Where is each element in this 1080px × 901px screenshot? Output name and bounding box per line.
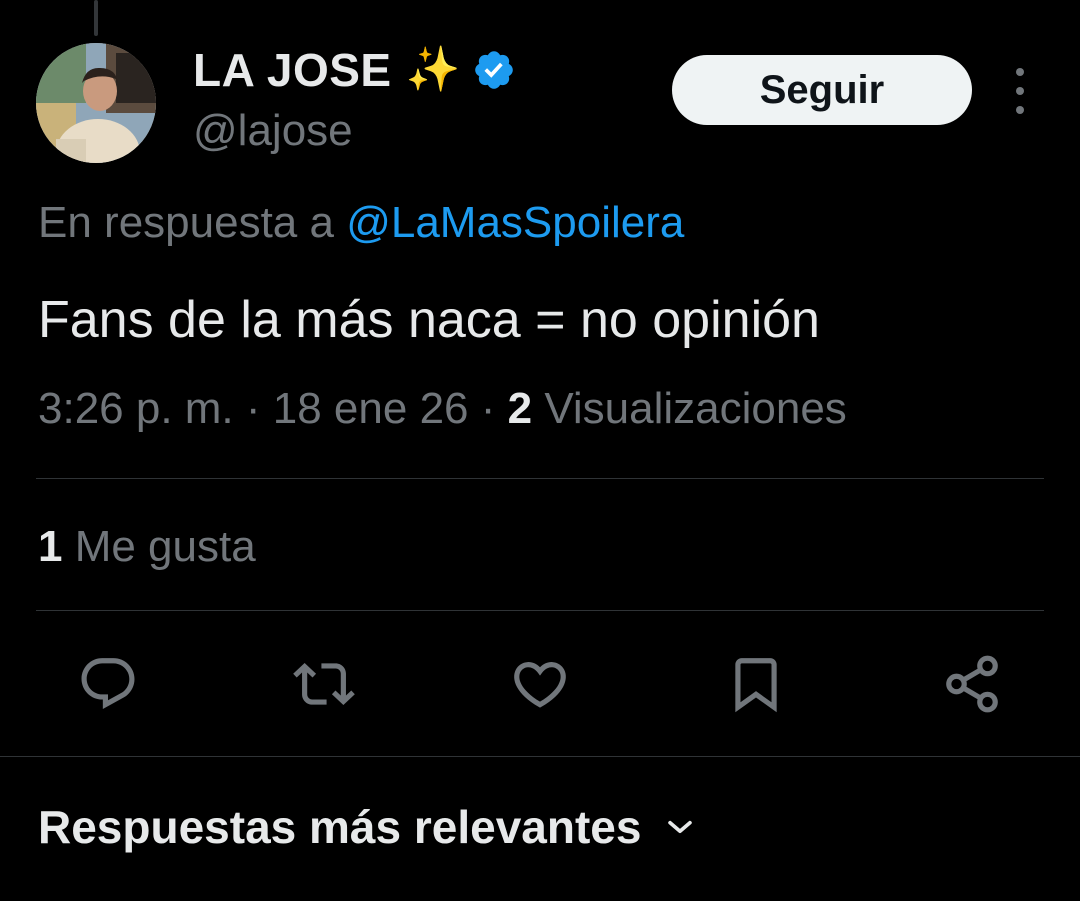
reply-icon (81, 658, 135, 710)
author-display-name[interactable]: LA JOSE (193, 43, 392, 97)
reply-mention-link[interactable]: @LaMasSpoilera (346, 198, 684, 247)
avatar-image (36, 43, 156, 163)
sparkles-emoji: ✨ (405, 45, 461, 94)
reply-button[interactable] (76, 652, 140, 716)
divider (36, 478, 1044, 479)
likes-label: Me gusta (62, 522, 256, 571)
replies-sort-label: Respuestas más relevantes (38, 801, 642, 853)
verified-badge-icon[interactable] (472, 48, 516, 92)
share-button[interactable] (940, 652, 1004, 716)
reply-context-prefix: En respuesta a (38, 198, 334, 247)
views-label: Visualizaciones (532, 384, 847, 433)
tweet-timestamp[interactable]: 3:26 p. m. · 18 ene 26 · (38, 384, 508, 433)
bookmark-button[interactable] (724, 652, 788, 716)
more-options-icon[interactable] (1005, 68, 1035, 114)
reply-context: En respuesta a @LaMasSpoilera (38, 198, 684, 248)
share-icon (946, 655, 998, 713)
like-button[interactable] (508, 652, 572, 716)
views-count: 2 (507, 384, 533, 433)
likes-summary[interactable]: 1 Me gusta (38, 522, 256, 572)
author-handle[interactable]: @lajose (193, 106, 353, 156)
thread-connector-line (94, 0, 98, 36)
retweet-button[interactable] (292, 652, 356, 716)
tweet-text: Fans de la más naca = no opinión (38, 291, 820, 349)
tweet-meta: 3:26 p. m. · 18 ene 26 · 2 Visualizacion… (38, 384, 847, 434)
chevron-down-icon (668, 820, 693, 834)
follow-button[interactable]: Seguir (672, 55, 972, 125)
divider (36, 610, 1044, 611)
avatar[interactable] (36, 43, 156, 163)
divider (0, 756, 1080, 757)
likes-count: 1 (38, 522, 63, 571)
like-icon (514, 662, 566, 708)
author-name-row[interactable]: LA JOSE ✨ (193, 40, 516, 100)
replies-sort-selector[interactable]: Respuestas más relevantes (38, 800, 697, 854)
retweet-icon (293, 663, 355, 705)
bookmark-icon (735, 658, 777, 713)
